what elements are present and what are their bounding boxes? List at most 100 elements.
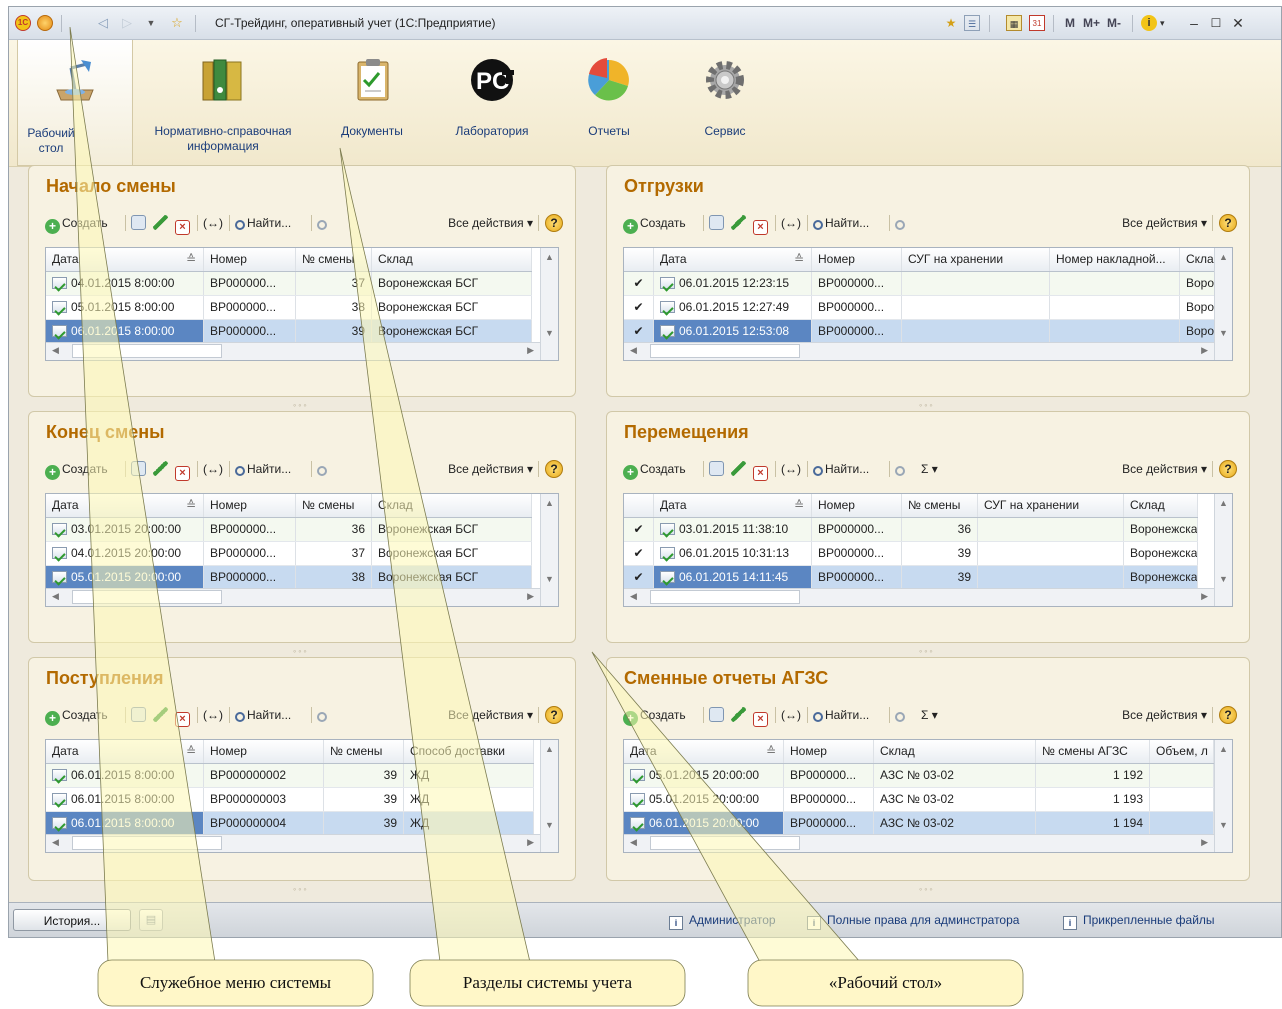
copy-icon[interactable] [131,460,148,478]
column-header[interactable]: Номер [812,248,902,271]
sort-icon[interactable]: ≙ [794,252,804,266]
sum-button[interactable]: Σ ▾ [921,706,938,724]
vertical-scrollbar[interactable]: ▲ ▼ [540,248,558,360]
find-button[interactable]: Найти... [813,460,869,478]
vertical-scrollbar[interactable]: ▲ ▼ [540,740,558,852]
sum-button[interactable]: Σ ▾ [921,460,938,478]
table-row[interactable]: ✔ 06.01.2015 12:53:08 ВР000000... Bopoi [624,320,1220,344]
help-icon[interactable]: ? [1219,706,1237,724]
column-header[interactable]: СУГ на хранении [978,494,1124,517]
create-button[interactable]: + Создать [45,706,108,726]
column-header[interactable]: Склад [372,248,532,271]
help-icon[interactable]: ? [545,706,563,724]
change-order-icon[interactable]: (↔) [203,460,223,478]
change-order-icon[interactable]: (↔) [781,214,801,232]
resize-grip[interactable]: ◦◦◦ [293,400,309,410]
info-dropdown-icon[interactable]: ▾ [1160,15,1165,31]
table-row[interactable]: 06.01.2015 20:00:00 ВР000000... АЗС № 03-0… [624,812,1214,836]
section-reports[interactable]: Отчеты [569,40,649,166]
column-header[interactable]: № смены АГЗС [1036,740,1150,763]
column-header[interactable] [624,248,654,271]
column-header[interactable]: № смены [324,740,404,763]
star-icon[interactable]: ★ [942,15,960,31]
column-header[interactable]: № смены [296,248,372,271]
table-row[interactable]: 05.01.2015 20:00:00 ВР000000... АЗС № 03-0… [624,788,1214,812]
vertical-scrollbar[interactable]: ▲ ▼ [1214,740,1232,852]
vertical-scrollbar[interactable]: ▲ ▼ [1214,494,1232,606]
column-header[interactable]: Способ доставки [404,740,534,763]
section-service[interactable]: Сервис [685,40,765,166]
table-row[interactable]: ✔ 06.01.2015 14:11:45 ВР000000... 39 Воронеж… [624,566,1198,590]
cancel-search-icon[interactable] [895,460,907,478]
section-desktop[interactable]: Рабочий стол [17,40,133,166]
resize-grip[interactable]: ◦◦◦ [919,400,935,410]
calendar-icon[interactable]: 31 [1029,15,1045,31]
column-header[interactable]: Дата [46,248,204,271]
column-header[interactable]: Номер [812,494,902,517]
column-header[interactable]: Дата [46,740,204,763]
table-row[interactable]: ✔ 06.01.2015 12:23:15 ВР000000... Bopoi [624,272,1220,296]
sort-icon[interactable]: ≙ [766,744,776,758]
back-arrow-icon[interactable]: ◁ [95,15,111,31]
cancel-search-icon[interactable] [895,214,907,232]
edit-icon[interactable] [731,460,748,478]
horizontal-scrollbar[interactable]: ◀ ▶ [46,588,540,606]
favorites-star-icon[interactable]: ☆ [169,15,185,31]
section-laboratory[interactable]: PC Лаборатория [437,40,547,166]
column-header[interactable]: Дата [624,740,784,763]
delete-icon[interactable]: × [175,460,192,481]
table-row[interactable]: ✔ 03.01.2015 11:38:10 ВР000000... 36 Воронеж… [624,518,1198,542]
find-button[interactable]: Найти... [813,706,869,724]
memory-minus-button[interactable]: M- [1107,15,1121,31]
panel-title[interactable]: Конец смены [46,422,165,443]
all-actions-button[interactable]: Все действия ▾ [1122,214,1207,232]
vertical-scrollbar[interactable]: ▲ ▼ [540,494,558,606]
table-row[interactable]: 04.01.2015 20:00:00 ВР000000... 37 Воронежс… [46,542,532,566]
sort-icon[interactable]: ≙ [186,744,196,758]
cancel-search-icon[interactable] [317,460,329,478]
system-menu-button[interactable] [37,15,53,31]
panel-title[interactable]: Поступления [46,668,164,689]
copy-icon[interactable] [131,214,148,232]
cancel-search-icon[interactable] [317,214,329,232]
messages-icon[interactable]: ▤ [139,909,163,931]
cancel-search-icon[interactable] [317,706,329,724]
column-header[interactable]: Склад [874,740,1036,763]
panel-title[interactable]: Перемещения [624,422,749,443]
delete-icon[interactable]: × [753,214,770,235]
table-row[interactable]: 06.01.2015 8:00:00 ВР000000004 39 ЖД [46,812,534,836]
memory-plus-button[interactable]: M+ [1083,15,1100,31]
calculator-icon[interactable]: ▦ [1006,15,1022,31]
copy-icon[interactable] [709,460,726,478]
column-header[interactable]: № смены [902,494,978,517]
find-button[interactable]: Найти... [235,214,291,232]
change-order-icon[interactable]: (↔) [781,706,801,724]
change-order-icon[interactable]: (↔) [203,706,223,724]
favorites-icon[interactable]: ☰ [964,15,980,31]
table-row[interactable]: ✔ 06.01.2015 12:27:49 ВР000000... Bopoi [624,296,1220,320]
history-dropdown-icon[interactable]: ▼ [143,15,159,31]
info-icon[interactable]: i [1141,15,1157,31]
help-icon[interactable]: ? [545,214,563,232]
column-header[interactable]: Дата [654,248,812,271]
delete-icon[interactable]: × [753,706,770,727]
panel-title[interactable]: Сменные отчеты АГЗС [624,668,828,689]
change-order-icon[interactable]: (↔) [781,460,801,478]
history-button[interactable]: История... [13,909,131,931]
section-documents[interactable]: Документы [327,40,417,166]
table-row[interactable]: 05.01.2015 8:00:00 ВР000000... 38 Воронежск… [46,296,532,320]
resize-grip[interactable]: ◦◦◦ [293,884,309,894]
column-header[interactable]: Номер [204,248,296,271]
memory-m-button[interactable]: M [1065,15,1075,31]
create-button[interactable]: + Создать [623,214,686,234]
section-reference-info[interactable]: Нормативно-справочная информация [139,40,307,166]
horizontal-scrollbar[interactable]: ◀ ▶ [624,834,1214,852]
sort-icon[interactable]: ≙ [794,498,804,512]
edit-icon[interactable] [153,460,170,478]
status-attached[interactable]: i Прикрепленные файлы [1063,913,1215,930]
column-header[interactable]: Номер накладной... [1050,248,1180,271]
panel-title[interactable]: Начало смены [46,176,176,197]
all-actions-button[interactable]: Все действия ▾ [1122,460,1207,478]
table-row[interactable]: 03.01.2015 20:00:00 ВР000000... 36 Воронежс… [46,518,532,542]
create-button[interactable]: + Создать [45,214,108,234]
